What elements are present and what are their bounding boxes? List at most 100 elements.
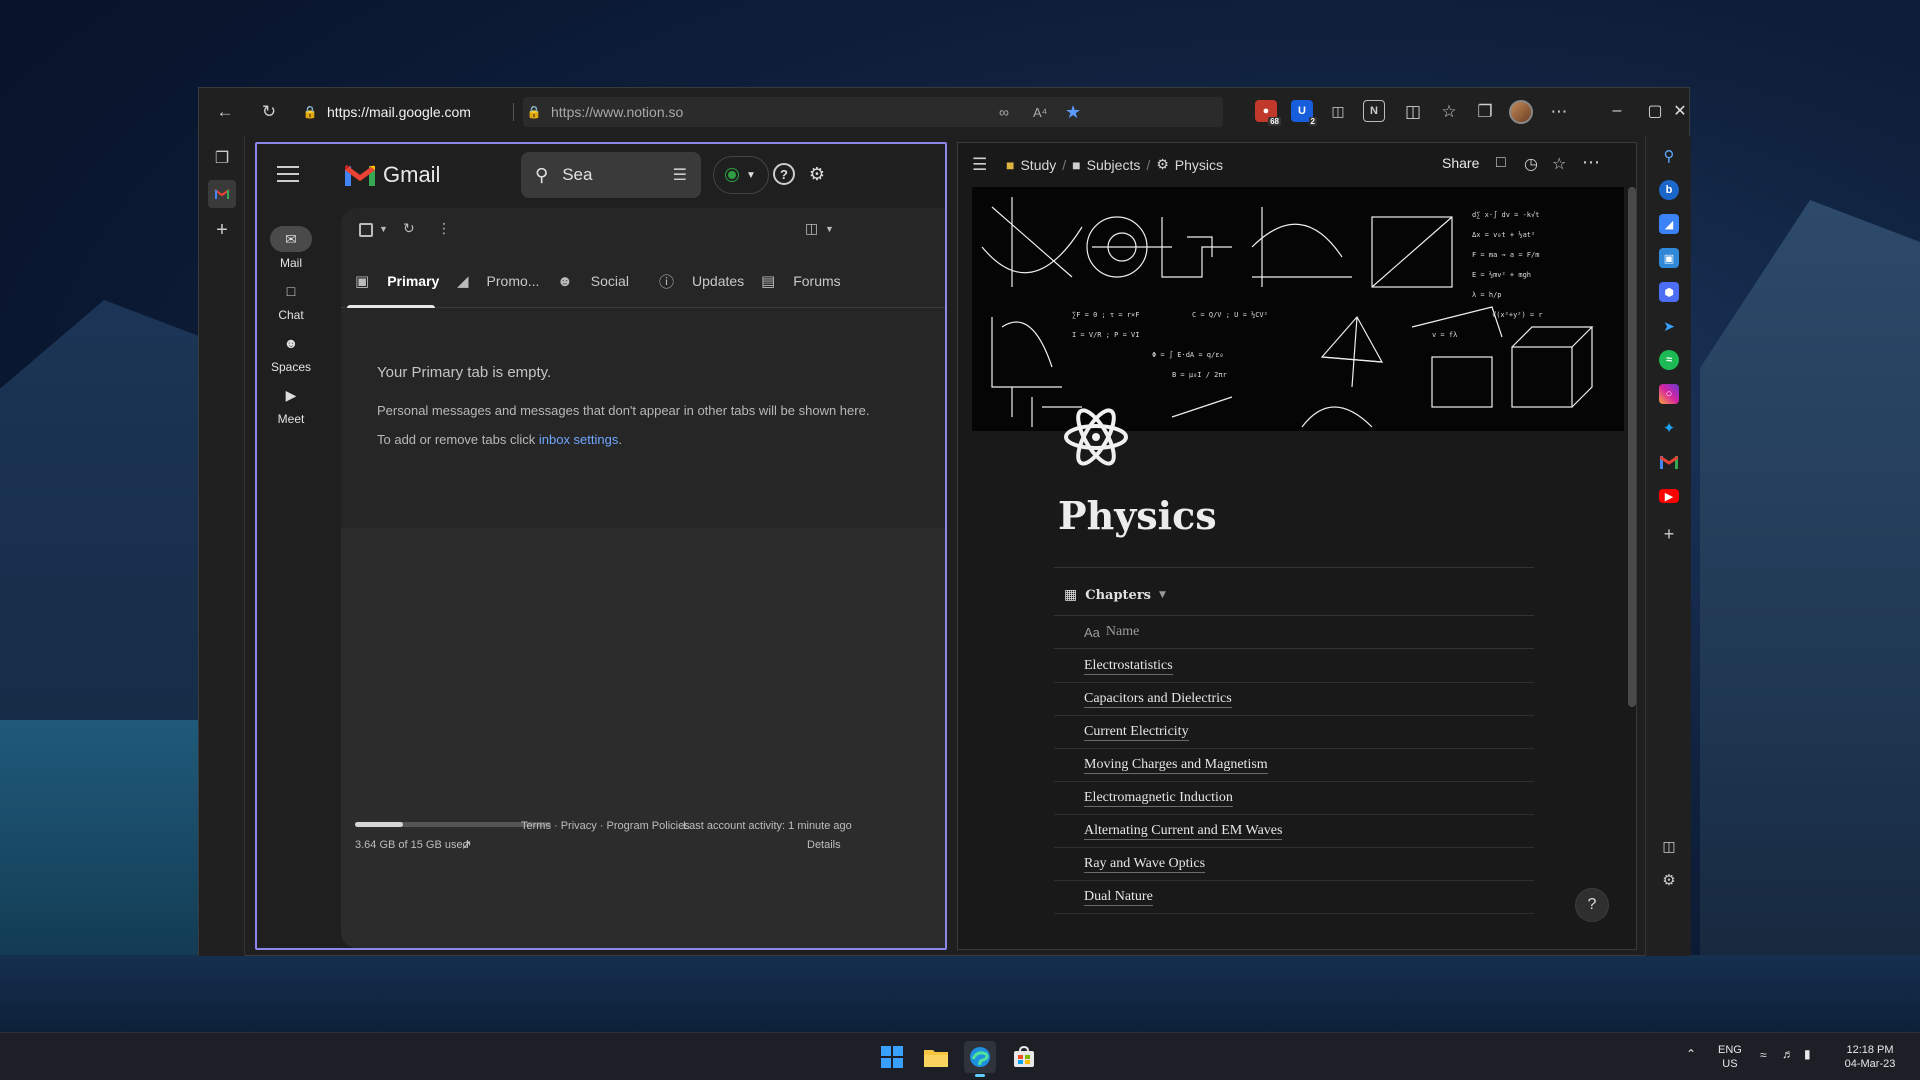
favorite-icon[interactable]: ☆ [1552,154,1566,174]
breadcrumb-subjects[interactable]: Subjects [1087,157,1141,173]
main-menu-icon[interactable] [277,166,299,184]
table-row[interactable]: Current Electricity [1054,716,1534,749]
svg-text:I = V/R ; P = VI: I = V/R ; P = VI [1072,331,1139,339]
back-icon[interactable]: ← [213,100,237,124]
tools-icon[interactable]: ▣ [1659,248,1679,268]
database-header[interactable]: ▦ Chapters ▼ [1064,587,1166,603]
open-storage-icon[interactable]: ↗ [461,837,472,853]
settings-gear-icon[interactable]: ⚙ [803,160,831,188]
read-aloud-icon[interactable]: A⁴ [1033,105,1047,120]
bing-chat-icon[interactable]: b [1659,180,1679,200]
twitter-icon[interactable]: ✦ [1659,418,1679,438]
extension-1-icon[interactable]: ● 68 [1255,100,1281,126]
instagram-icon[interactable]: ○ [1659,384,1679,404]
sidebar-menu-icon[interactable]: ☰ [972,155,987,175]
gmail-tab[interactable] [208,180,236,208]
volume-icon[interactable]: ♬ [1782,1047,1794,1061]
help-button[interactable]: ? [1575,888,1609,922]
atom-page-icon[interactable] [1060,401,1132,473]
details-link[interactable]: Details [807,839,841,851]
office-icon[interactable]: ⬢ [1659,282,1679,302]
more-menu-icon[interactable]: ⋯ [1547,100,1571,124]
tab-forums[interactable]: ▤ Forums [761,254,841,308]
shopping-tag-icon[interactable]: ◢ [1659,214,1679,234]
tab-promotions[interactable]: ◢ Promo... [457,254,539,308]
refresh-mail-icon[interactable]: ↻ [403,220,415,237]
rail-chat[interactable]: □ Chat [257,278,325,322]
rail-mail[interactable]: ✉ Mail [257,226,325,270]
search-box[interactable]: ⚲ Sea ☰ [521,152,701,198]
address-bar-secondary[interactable]: 🔒 https://www.notion.so ∞ A⁴ ★ [523,97,1223,127]
inbox-settings-link[interactable]: inbox settings [539,432,619,447]
start-button[interactable] [876,1041,908,1073]
breadcrumb-study[interactable]: Study [1020,157,1056,173]
table-row[interactable]: Ray and Wave Optics [1054,848,1534,881]
profile-avatar[interactable] [1509,100,1533,124]
more-actions-icon[interactable]: ⋮ [437,220,451,237]
search-icon[interactable]: ⚲ [535,165,548,186]
tab-primary[interactable]: ▣ Primary [347,254,439,308]
table-row[interactable]: Electrostatistics [1054,650,1534,683]
favorite-star-icon[interactable]: ★ [1065,102,1081,123]
clipboard-icon[interactable]: ◫ [1327,100,1349,122]
show-hidden-icons[interactable]: ⌃ [1686,1047,1696,1061]
status-selector[interactable]: ▼ [713,156,769,194]
footer-links[interactable]: Terms · Privacy · Program Policies [521,820,690,832]
search-input[interactable]: Sea [562,165,592,185]
youtube-icon[interactable]: ▶ [1659,489,1679,503]
table-row[interactable]: Moving Charges and Magnetism [1054,749,1534,782]
updates-clock-icon[interactable]: ◷ [1524,154,1538,174]
rail-meet[interactable]: ▶ Meet [257,382,325,427]
comments-icon[interactable]: □ [1496,154,1506,172]
new-tab-icon[interactable]: + [208,216,236,244]
store-button[interactable] [1008,1041,1040,1073]
help-icon[interactable]: ? [773,163,795,185]
select-dropdown-icon[interactable]: ▼ [379,224,388,234]
share-button[interactable]: Share [1442,155,1479,171]
tab-actions-icon[interactable]: ❐ [208,144,236,172]
breadcrumb-physics[interactable]: Physics [1175,157,1223,173]
split-link-icon[interactable]: ∞ [999,104,1009,120]
select-all-checkbox[interactable] [359,223,373,237]
more-options-icon[interactable]: ⋯ [1582,152,1600,173]
edge-taskbar-button[interactable] [964,1041,996,1077]
mail-footer-area: 3.64 GB of 15 GB used ↗ Terms · Privacy … [341,528,945,948]
bitwarden-icon[interactable]: U2 [1291,100,1317,126]
search-options-icon[interactable]: ☰ [673,165,687,185]
table-row[interactable]: Capacitors and Dielectrics [1054,683,1534,716]
edge-sidebar: ⚲ b ◢ ▣ ⬢ ➤ ≈ ○ ✦ ▶ + ◫ ⚙ [1645,136,1691,956]
table-row[interactable]: Electromagnetic Induction [1054,782,1534,815]
split-pane-icon[interactable]: ◫ [805,220,818,237]
wifi-icon[interactable]: ≈ [1760,1048,1767,1062]
column-header-name[interactable]: Aa Name [1054,615,1534,649]
refresh-icon[interactable]: ↻ [257,100,281,124]
tab-updates[interactable]: ⓘ Updates [659,254,744,308]
split-dropdown-icon[interactable]: ▼ [825,224,834,234]
add-sidebar-app-icon[interactable]: + [1659,524,1679,544]
rail-spaces[interactable]: ☻ Spaces [257,330,325,374]
gmail-icon[interactable] [1659,452,1679,472]
page-title[interactable]: Physics [1058,493,1217,538]
hide-sidebar-icon[interactable]: ◫ [1659,836,1679,856]
table-row[interactable]: Alternating Current and EM Waves [1054,815,1534,848]
split-screen-icon[interactable]: ◫ [1401,100,1425,124]
battery-icon[interactable]: ▮ [1804,1047,1811,1061]
search-icon[interactable]: ⚲ [1659,146,1679,166]
spotify-icon[interactable]: ≈ [1659,350,1679,370]
file-explorer-button[interactable] [920,1041,952,1073]
notion-clipper-icon[interactable]: N [1363,100,1385,122]
cover-image[interactable]: d∑ x·∫ dv = -k√t Δx = v₀t + ½at² F = ma … [972,187,1624,431]
tab-social[interactable]: ☻ Social [557,254,629,308]
clock[interactable]: 12:18 PM 04-Mar-23 [1838,1043,1902,1071]
close-button[interactable]: ✕ [1669,96,1691,126]
language-indicator[interactable]: ENG US [1718,1043,1742,1071]
telegram-icon[interactable]: ➤ [1659,316,1679,336]
info-icon: ⓘ [659,273,675,291]
scrollbar[interactable] [1628,187,1636,707]
sidebar-settings-icon[interactable]: ⚙ [1659,870,1679,890]
windows-logo-icon [881,1046,903,1068]
gmail-logo[interactable]: Gmail [345,162,440,188]
collections-icon[interactable]: ❐ [1473,100,1497,124]
table-row[interactable]: Dual Nature [1054,881,1534,914]
favorites-icon[interactable]: ☆ [1437,100,1461,124]
